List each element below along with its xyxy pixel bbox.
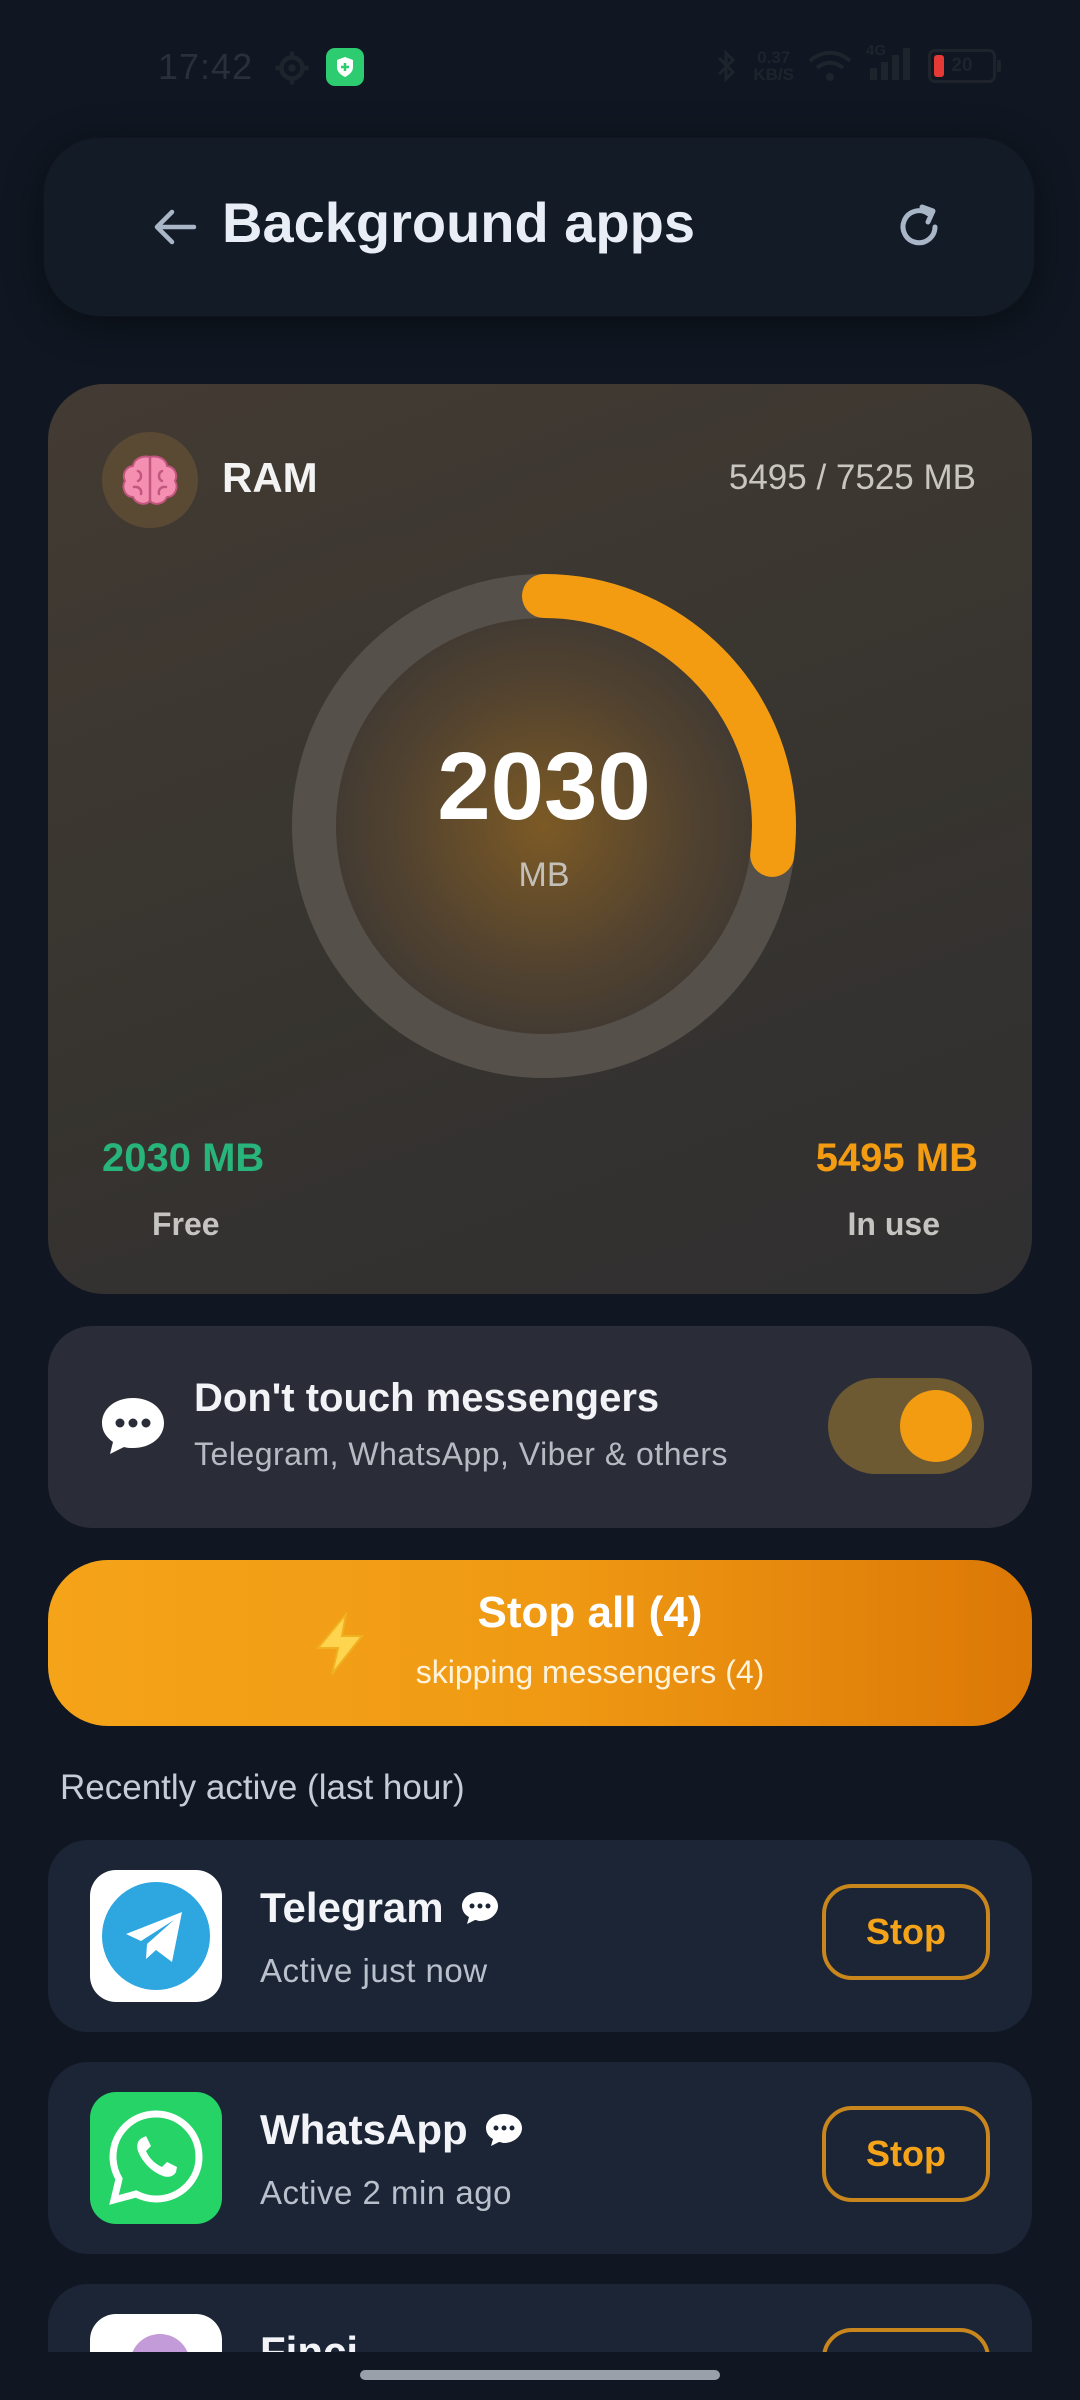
refresh-icon bbox=[900, 204, 938, 246]
shield-icon bbox=[326, 48, 364, 86]
stop-all-label: Stop all (4) bbox=[477, 1588, 703, 1637]
app-status: Active 2 min ago bbox=[260, 2174, 512, 2211]
brain-icon bbox=[102, 432, 198, 528]
app-row-telegram[interactable]: Telegram Active just now Stop bbox=[48, 1840, 1032, 2032]
free-value: 2030 MB bbox=[102, 1136, 265, 1180]
ram-card: RAM 5495 / 7525 MB 2030 MB 2030 MB Free … bbox=[48, 384, 1032, 1294]
messenger-badge-icon bbox=[461, 1892, 498, 1924]
section-title: Recently active (last hour) bbox=[60, 1768, 465, 1807]
stop-button-telegram[interactable]: Stop bbox=[822, 1884, 990, 1980]
battery-icon: 20 bbox=[928, 48, 1001, 83]
back-button[interactable] bbox=[144, 196, 206, 258]
app-bar: Background apps bbox=[44, 138, 1034, 316]
in-use-value: 5495 MB bbox=[815, 1136, 978, 1180]
in-use-label: In use bbox=[847, 1206, 940, 1242]
free-label: Free bbox=[152, 1206, 220, 1242]
whatsapp-icon bbox=[90, 2092, 222, 2224]
signal-indicator: 4G bbox=[866, 42, 914, 85]
messenger-badge-icon bbox=[485, 2114, 522, 2146]
app-name: Telegram bbox=[260, 1884, 500, 1932]
net-speed: 0.37 KB/S bbox=[753, 47, 794, 84]
messengers-toggle-card[interactable]: Don't touch messengers Telegram, WhatsAp… bbox=[48, 1326, 1032, 1528]
status-time: 17:42 bbox=[158, 46, 254, 87]
home-indicator[interactable] bbox=[360, 2370, 720, 2380]
app-row-whatsapp[interactable]: WhatsApp Active 2 min ago Stop bbox=[48, 2062, 1032, 2254]
wifi-icon bbox=[808, 50, 852, 81]
gear-icon bbox=[275, 51, 309, 85]
page-title: Background apps bbox=[222, 191, 695, 254]
refresh-button[interactable] bbox=[886, 194, 952, 260]
free-ram-unit: MB bbox=[518, 855, 570, 894]
app-status: Active just now bbox=[260, 1952, 488, 1989]
ram-label: RAM bbox=[222, 454, 318, 501]
stop-button-whatsapp[interactable]: Stop bbox=[822, 2106, 990, 2202]
screen: 17:42 0.37 KB/S 4G 20 Background apps RA… bbox=[0, 0, 1080, 2400]
gauge-readout: 2030 MB bbox=[284, 566, 804, 1086]
telegram-icon bbox=[90, 1870, 222, 2002]
arrow-left-icon bbox=[154, 209, 197, 245]
app-name: WhatsApp bbox=[260, 2106, 524, 2154]
status-indicators: 0.37 KB/S 4G 20 bbox=[713, 42, 1001, 85]
free-ram-value: 2030 bbox=[437, 732, 651, 840]
status-bar: 17:42 0.37 KB/S 4G 20 bbox=[0, 0, 1080, 130]
ram-gauge: 2030 MB bbox=[284, 566, 804, 1086]
messengers-switch[interactable] bbox=[828, 1378, 984, 1474]
stop-all-subtitle: skipping messengers (4) bbox=[415, 1654, 765, 1690]
ram-total: 5495 / 7525 MB bbox=[728, 458, 976, 497]
messengers-toggle-title: Don't touch messengers bbox=[194, 1376, 660, 1420]
switch-knob bbox=[900, 1390, 972, 1462]
bluetooth-icon bbox=[718, 48, 736, 83]
stop-all-button[interactable]: Stop all (4) skipping messengers (4) bbox=[48, 1560, 1032, 1726]
speech-bubble-icon bbox=[102, 1398, 164, 1454]
messengers-toggle-subtitle: Telegram, WhatsApp, Viber & others bbox=[194, 1436, 728, 1472]
